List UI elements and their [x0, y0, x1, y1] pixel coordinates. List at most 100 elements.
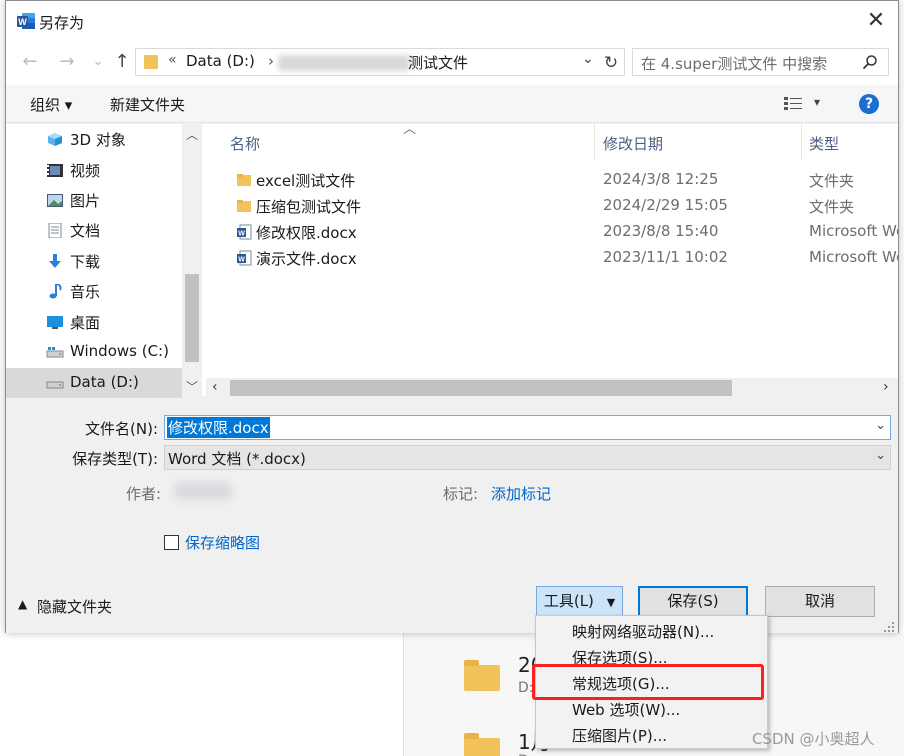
pictures-icon — [47, 194, 63, 207]
tree-item-music[interactable]: 音乐 — [6, 276, 182, 306]
view-options-icon[interactable] — [783, 96, 803, 112]
cancel-button[interactable]: 取消 — [765, 586, 875, 617]
tree-item-downloads[interactable]: 下载 — [6, 246, 182, 276]
column-header-type[interactable]: 类型 — [809, 133, 839, 169]
file-date: 2023/8/8 15:40 — [603, 222, 719, 240]
tree-item-label: 桌面 — [70, 314, 101, 332]
file-type: Microsoft Word — [809, 248, 898, 266]
save-as-dialog: W 另存为 ✕ ← → ⌄ ↑ « Data (D:) › 测试文件 ⌄ ↻ 在… — [5, 0, 899, 633]
redacted-author[interactable] — [174, 482, 232, 500]
menu-item-label: 压缩图片(P)... — [572, 727, 668, 745]
navigation-bar: ← → ⌄ ↑ « Data (D:) › 测试文件 ⌄ ↻ 在 4.super… — [6, 41, 898, 85]
refresh-icon[interactable]: ↻ — [598, 49, 624, 77]
title-bar: W 另存为 ✕ — [6, 1, 898, 41]
tree-item-label: Data (D:) — [70, 373, 139, 391]
chevron-up-icon[interactable]: ▲ — [18, 597, 27, 611]
folder-icon — [237, 174, 251, 186]
scroll-left-icon[interactable]: ‹ — [212, 379, 218, 395]
menu-item-compress-pictures[interactable]: 压缩图片(P)... — [536, 722, 767, 748]
menu-item-label: 映射网络驱动器(N)... — [572, 623, 715, 641]
tree-item-label: 视频 — [70, 162, 101, 180]
redacted-path — [278, 55, 410, 71]
music-icon — [49, 284, 62, 299]
new-folder-button[interactable]: 新建文件夹 — [110, 94, 185, 115]
column-header-name[interactable]: 名称 — [230, 133, 260, 169]
file-type: Microsoft Word — [809, 222, 898, 240]
address-bar[interactable]: « Data (D:) › 测试文件 ⌄ — [135, 48, 625, 76]
tree-item-pictures[interactable]: 图片 — [6, 185, 182, 215]
add-tags-link[interactable]: 添加标记 — [491, 483, 551, 504]
horizontal-scroll-thumb[interactable] — [230, 380, 732, 396]
file-name: 修改权限.docx — [256, 224, 357, 242]
navigation-pane: 3D 对象 视频 图片 文档 下载 音乐 桌面 Windows (C:) Dat… — [6, 124, 202, 398]
tree-item-label: 下载 — [70, 253, 101, 271]
tree-item-documents[interactable]: 文档 — [6, 215, 182, 245]
hide-folders-toggle[interactable]: 隐藏文件夹 — [37, 596, 112, 617]
address-dropdown-chevron-icon[interactable]: ⌄ — [582, 51, 594, 67]
tools-button[interactable]: 工具(L) ▼ — [536, 586, 623, 617]
scroll-right-icon[interactable]: › — [883, 379, 889, 395]
breadcrumb-overflow[interactable]: « — [168, 52, 177, 68]
file-date: 2023/11/1 10:02 — [603, 248, 728, 266]
close-button[interactable]: ✕ — [854, 7, 898, 37]
tree-item-drive-d[interactable]: Data (D:) — [6, 368, 182, 398]
tree-item-desktop[interactable]: 桌面 — [6, 307, 182, 337]
tree-scroll-thumb[interactable] — [185, 274, 199, 362]
background-folder-icon — [464, 733, 500, 756]
filename-dropdown-chevron-icon[interactable]: ⌄ — [875, 418, 886, 433]
tree-item-videos[interactable]: 视频 — [6, 155, 182, 185]
tree-scrollbar[interactable]: ︿ ﹀ — [182, 124, 202, 396]
breadcrumb-separator: › — [268, 52, 274, 70]
word-doc-icon: W — [237, 224, 252, 240]
column-divider[interactable] — [801, 124, 802, 160]
svg-text:W: W — [238, 257, 245, 264]
menu-item-map-network-drive[interactable]: 映射网络驱动器(N)... — [536, 618, 767, 644]
video-icon — [47, 164, 63, 177]
breadcrumb-drive[interactable]: Data (D:) — [186, 52, 255, 70]
up-arrow-icon[interactable]: ↑ — [110, 50, 134, 74]
scroll-up-icon[interactable]: ︿ — [186, 126, 198, 143]
filename-input[interactable]: 修改权限.docx ⌄ — [164, 415, 891, 440]
folder-icon — [144, 55, 158, 69]
cube-3d-icon — [48, 133, 62, 146]
menu-item-label: Web 选项(W)... — [572, 701, 681, 719]
tree-item-label: 文档 — [70, 222, 101, 240]
tree-item-drive-c[interactable]: Windows (C:) — [6, 337, 182, 367]
back-arrow-icon[interactable]: ← — [18, 50, 42, 74]
resize-grip-icon[interactable] — [882, 620, 896, 632]
file-row[interactable]: 压缩包测试文件 2024/2/29 15:05 文件夹 — [206, 193, 898, 219]
forward-arrow-icon[interactable]: → — [55, 50, 79, 74]
save-thumbnail-label[interactable]: 保存缩略图 — [185, 532, 260, 553]
scroll-down-icon[interactable]: ﹀ — [186, 378, 198, 395]
tree-item-label: 音乐 — [70, 283, 101, 301]
search-box[interactable]: 在 4.super测试文件 中搜索 — [632, 48, 889, 76]
tree-item-3d-objects[interactable]: 3D 对象 — [6, 124, 182, 154]
folder-icon — [237, 200, 251, 212]
download-icon — [49, 254, 61, 268]
filename-value: 修改权限.docx — [167, 417, 270, 438]
help-icon[interactable]: ? — [859, 94, 879, 114]
breadcrumb-current-folder[interactable]: 测试文件 — [408, 52, 468, 73]
file-row[interactable]: W 修改权限.docx 2023/8/8 15:40 Microsoft Wor… — [206, 219, 898, 245]
view-dropdown-icon[interactable]: ▾ — [814, 95, 820, 109]
file-row[interactable]: excel测试文件 2024/3/8 12:25 文件夹 — [206, 167, 898, 193]
filetype-dropdown-chevron-icon[interactable]: ⌄ — [875, 448, 886, 463]
organize-menu[interactable]: 组织 ▾ — [30, 94, 72, 115]
file-row[interactable]: W 演示文件.docx 2023/11/1 10:02 Microsoft Wo… — [206, 245, 898, 271]
file-name: 演示文件.docx — [256, 250, 357, 268]
filetype-select[interactable]: Word 文档 (*.docx) ⌄ — [164, 445, 891, 470]
file-date: 2024/2/29 15:05 — [603, 196, 728, 214]
search-placeholder: 在 4.super测试文件 中搜索 — [641, 55, 828, 73]
file-list-horizontal-scrollbar[interactable]: ‹ › — [206, 378, 898, 398]
column-divider[interactable] — [594, 124, 595, 160]
command-toolbar: 组织 ▾ 新建文件夹 ▾ ? — [6, 85, 898, 123]
tags-label: 标记: — [442, 485, 478, 503]
drive-d-icon — [46, 381, 64, 389]
save-button[interactable]: 保存(S) — [638, 586, 748, 617]
save-thumbnail-checkbox[interactable] — [164, 535, 179, 550]
column-header-modified[interactable]: 修改日期 — [603, 133, 663, 169]
recent-locations-chevron-icon[interactable]: ⌄ — [86, 50, 110, 74]
tree-item-label: Windows (C:) — [70, 342, 169, 360]
file-type: 文件夹 — [809, 198, 855, 216]
filetype-label: 保存类型(T): — [72, 450, 158, 468]
